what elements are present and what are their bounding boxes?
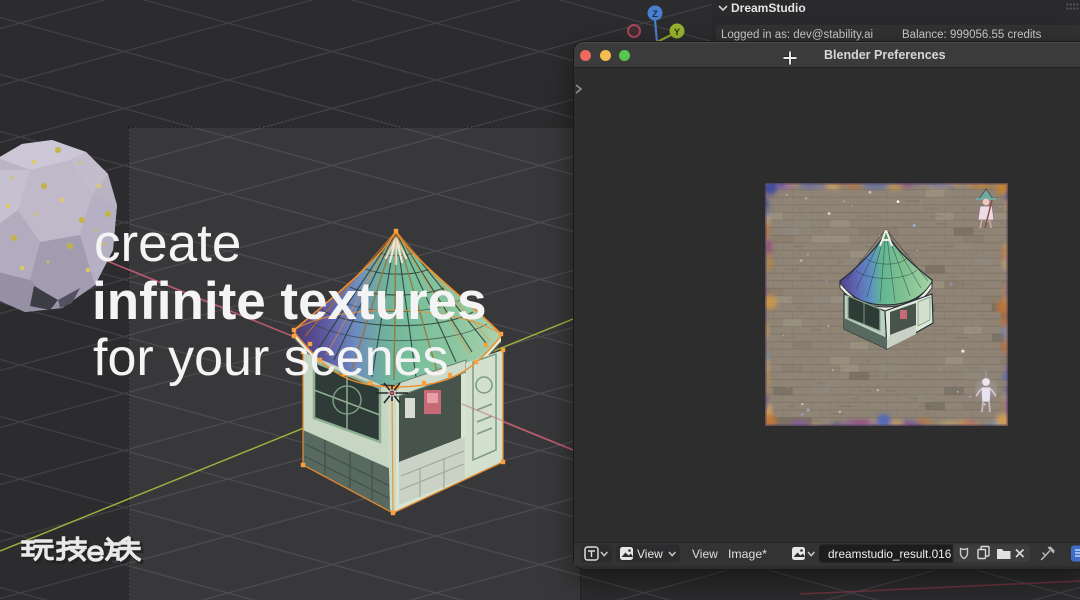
- svg-text:Z: Z: [652, 9, 658, 19]
- svg-text:Y: Y: [674, 27, 680, 37]
- svg-text:View: View: [692, 547, 718, 561]
- svg-text:dreamstudio_result.016: dreamstudio_result.016: [828, 547, 952, 561]
- svg-text:Image*: Image*: [728, 547, 767, 561]
- svg-text:View: View: [637, 547, 663, 561]
